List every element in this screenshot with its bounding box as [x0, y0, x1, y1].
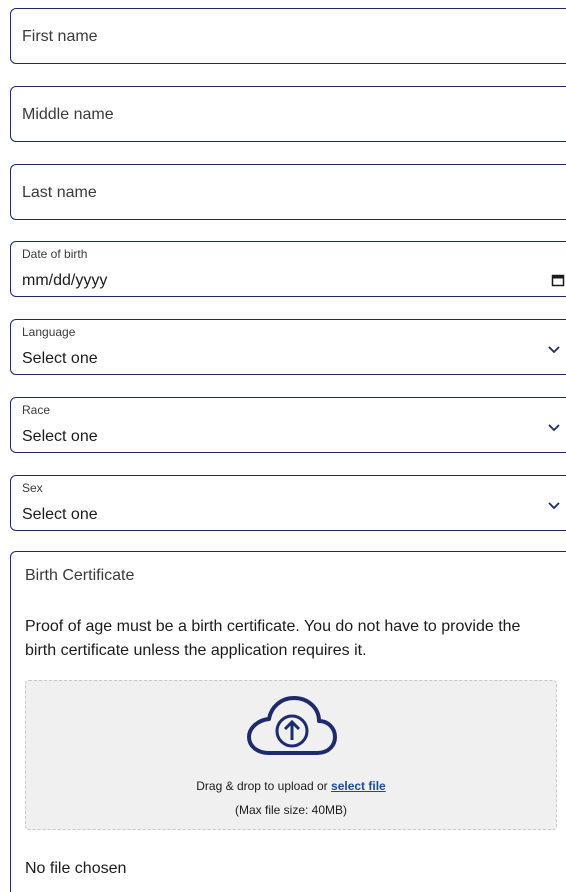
cloud-upload-icon — [247, 696, 337, 755]
select-file-link[interactable]: select file — [331, 779, 386, 793]
file-dropzone[interactable]: Drag & drop to upload or select file (Ma… — [25, 680, 557, 830]
middle-name-placeholder: Middle name — [22, 106, 114, 123]
sex-label: Sex — [22, 481, 43, 495]
date-of-birth-label: Date of birth — [22, 247, 88, 261]
last-name-field[interactable]: Last name — [10, 164, 566, 220]
language-label: Language — [22, 325, 76, 339]
file-status: No file chosen — [25, 860, 127, 877]
chevron-down-icon — [548, 502, 560, 510]
last-name-placeholder: Last name — [22, 184, 97, 201]
first-name-placeholder: First name — [22, 28, 98, 45]
upload-description: Proof of age must be a birth certificate… — [25, 618, 521, 659]
race-label: Race — [22, 403, 51, 417]
language-value: Select one — [22, 350, 98, 367]
date-of-birth-field[interactable]: Date of birth mm/dd/yyyy — [10, 241, 566, 297]
sex-select[interactable]: Sex Select one — [10, 475, 566, 531]
date-of-birth-value: mm/dd/yyyy — [22, 272, 108, 289]
race-select[interactable]: Race Select one — [10, 397, 566, 453]
drop-instructions: Drag & drop to upload or select file — [26, 779, 556, 793]
chevron-down-icon — [548, 424, 560, 432]
race-value: Select one — [22, 428, 98, 445]
birth-certificate-upload: Birth Certificate Proof of age must be a… — [10, 551, 566, 892]
middle-name-field[interactable]: Middle name — [10, 86, 566, 142]
first-name-field[interactable]: First name — [10, 8, 566, 64]
language-select[interactable]: Language Select one — [10, 319, 566, 375]
upload-title: Birth Certificate — [25, 567, 135, 584]
max-file-size: (Max file size: 40MB) — [234, 803, 348, 817]
calendar-icon[interactable] — [551, 273, 565, 287]
sex-value: Select one — [22, 506, 98, 523]
chevron-down-icon — [548, 346, 560, 354]
drop-text: Drag & drop to upload or — [196, 779, 332, 793]
